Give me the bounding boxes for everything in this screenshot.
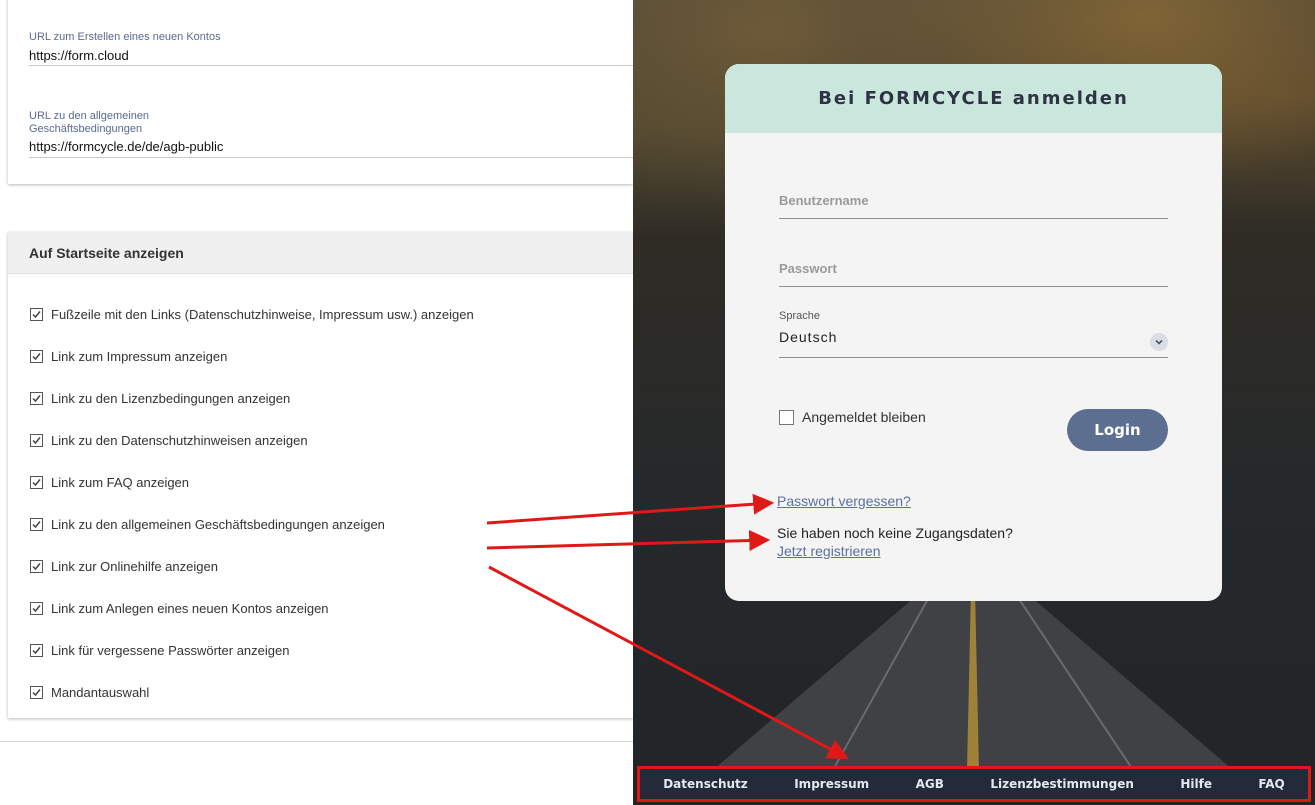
option-row[interactable]: Link zum Impressum anzeigen [30, 347, 227, 365]
option-label: Link zu den allgemeinen Geschäftsbedingu… [51, 516, 385, 532]
password-input[interactable]: Passwort [779, 261, 1168, 287]
login-card: Bei FORMCYCLE anmelden Benutzername Pass… [725, 64, 1222, 601]
option-row[interactable]: Link zum Anlegen eines neuen Kontos anze… [30, 599, 329, 617]
username-input[interactable]: Benutzername [779, 193, 1168, 219]
url-settings-card: URL zum Erstellen eines neuen Kontos htt… [8, 0, 633, 184]
homepage-display-card: Auf Startseite anzeigen Fußzeile mit den… [8, 232, 633, 718]
footer-link-faq[interactable]: FAQ [1258, 777, 1284, 791]
option-label: Link für vergessene Passwörter anzeigen [51, 642, 290, 658]
language-label: Sprache [779, 310, 820, 322]
login-button[interactable]: Login [1067, 409, 1168, 451]
no-account-text: Sie haben noch keine Zugangsdaten? [777, 525, 1013, 541]
footer-bar: Datenschutz Impressum AGB Lizenzbestimmu… [637, 766, 1311, 802]
checkbox-checked-icon[interactable] [30, 307, 51, 321]
option-label: Fußzeile mit den Links (Datenschutzhinwe… [51, 306, 474, 322]
footer-link-help[interactable]: Hilfe [1180, 777, 1212, 791]
checkbox-box[interactable] [779, 409, 794, 425]
option-row[interactable]: Link zu den Lizenzbedingungen anzeigen [30, 389, 290, 407]
login-title: Bei FORMCYCLE anmelden [818, 88, 1129, 109]
new-account-url-field[interactable]: URL zum Erstellen eines neuen Kontos htt… [29, 31, 633, 66]
option-label: Link zu den Lizenzbedingungen anzeigen [51, 390, 291, 406]
section-title: Auf Startseite anzeigen [29, 245, 184, 261]
option-label: Mandantauswahl [51, 684, 150, 700]
checkbox-checked-icon[interactable] [30, 685, 51, 699]
terms-url-label-line2: Geschäftsbedingungen [29, 123, 143, 135]
divider [0, 741, 633, 742]
option-row[interactable]: Link für vergessene Passwörter anzeigen [30, 641, 289, 659]
checkbox-checked-icon[interactable] [30, 433, 51, 447]
option-label: Link zum Anlegen eines neuen Kontos anze… [51, 600, 329, 616]
username-placeholder: Benutzername [779, 193, 869, 208]
terms-url-field[interactable]: URL zu den allgemeinen Geschäftsbedingun… [29, 110, 633, 158]
option-label: Link zum FAQ anzeigen [51, 474, 190, 490]
option-row[interactable]: Link zum FAQ anzeigen [30, 473, 189, 491]
checkbox-checked-icon[interactable] [30, 643, 51, 657]
register-link[interactable]: Jetzt registrieren [777, 543, 880, 559]
new-account-url-label: URL zum Erstellen eines neuen Kontos [29, 31, 221, 43]
footer-link-privacy[interactable]: Datenschutz [663, 777, 748, 791]
login-preview: Bei FORMCYCLE anmelden Benutzername Pass… [633, 0, 1315, 805]
footer-link-imprint[interactable]: Impressum [794, 777, 869, 791]
option-label: Link zur Onlinehilfe anzeigen [51, 558, 218, 574]
background-road [713, 590, 1233, 770]
terms-url-label-line1: URL zu den allgemeinen [29, 110, 150, 122]
section-header: Auf Startseite anzeigen [8, 232, 633, 274]
checkbox-checked-icon[interactable] [30, 391, 51, 405]
option-row[interactable]: Fußzeile mit den Links (Datenschutzhinwe… [30, 305, 474, 323]
remember-me-checkbox[interactable]: Angemeldet bleiben [779, 409, 926, 425]
checkbox-checked-icon[interactable] [30, 517, 51, 531]
language-select[interactable]: Sprache Deutsch [779, 310, 1168, 358]
option-row[interactable]: Link zur Onlinehilfe anzeigen [30, 557, 218, 575]
option-row[interactable]: Link zu den Datenschutzhinweisen anzeige… [30, 431, 308, 449]
checkbox-checked-icon[interactable] [30, 601, 51, 615]
terms-url-value[interactable]: https://formcycle.de/de/agb-public [29, 138, 633, 155]
option-label: Link zu den Datenschutzhinweisen anzeige… [51, 432, 308, 448]
option-label: Link zum Impressum anzeigen [51, 348, 228, 364]
remember-me-label: Angemeldet bleiben [802, 409, 926, 425]
checkbox-checked-icon[interactable] [30, 559, 51, 573]
settings-panel: URL zum Erstellen eines neuen Kontos htt… [0, 0, 633, 805]
language-value: Deutsch [779, 329, 838, 345]
password-placeholder: Passwort [779, 261, 837, 276]
checkbox-checked-icon[interactable] [30, 349, 51, 363]
chevron-down-icon[interactable] [1150, 333, 1168, 351]
footer-link-terms[interactable]: AGB [916, 777, 944, 791]
new-account-url-value[interactable]: https://form.cloud [29, 47, 633, 64]
forgot-password-link[interactable]: Passwort vergessen? [777, 493, 911, 509]
footer-link-license[interactable]: Lizenzbestimmungen [990, 777, 1134, 791]
option-row[interactable]: Mandantauswahl [30, 683, 149, 701]
option-row[interactable]: Link zu den allgemeinen Geschäftsbedingu… [30, 515, 385, 533]
login-header: Bei FORMCYCLE anmelden [725, 64, 1222, 133]
checkbox-checked-icon[interactable] [30, 475, 51, 489]
